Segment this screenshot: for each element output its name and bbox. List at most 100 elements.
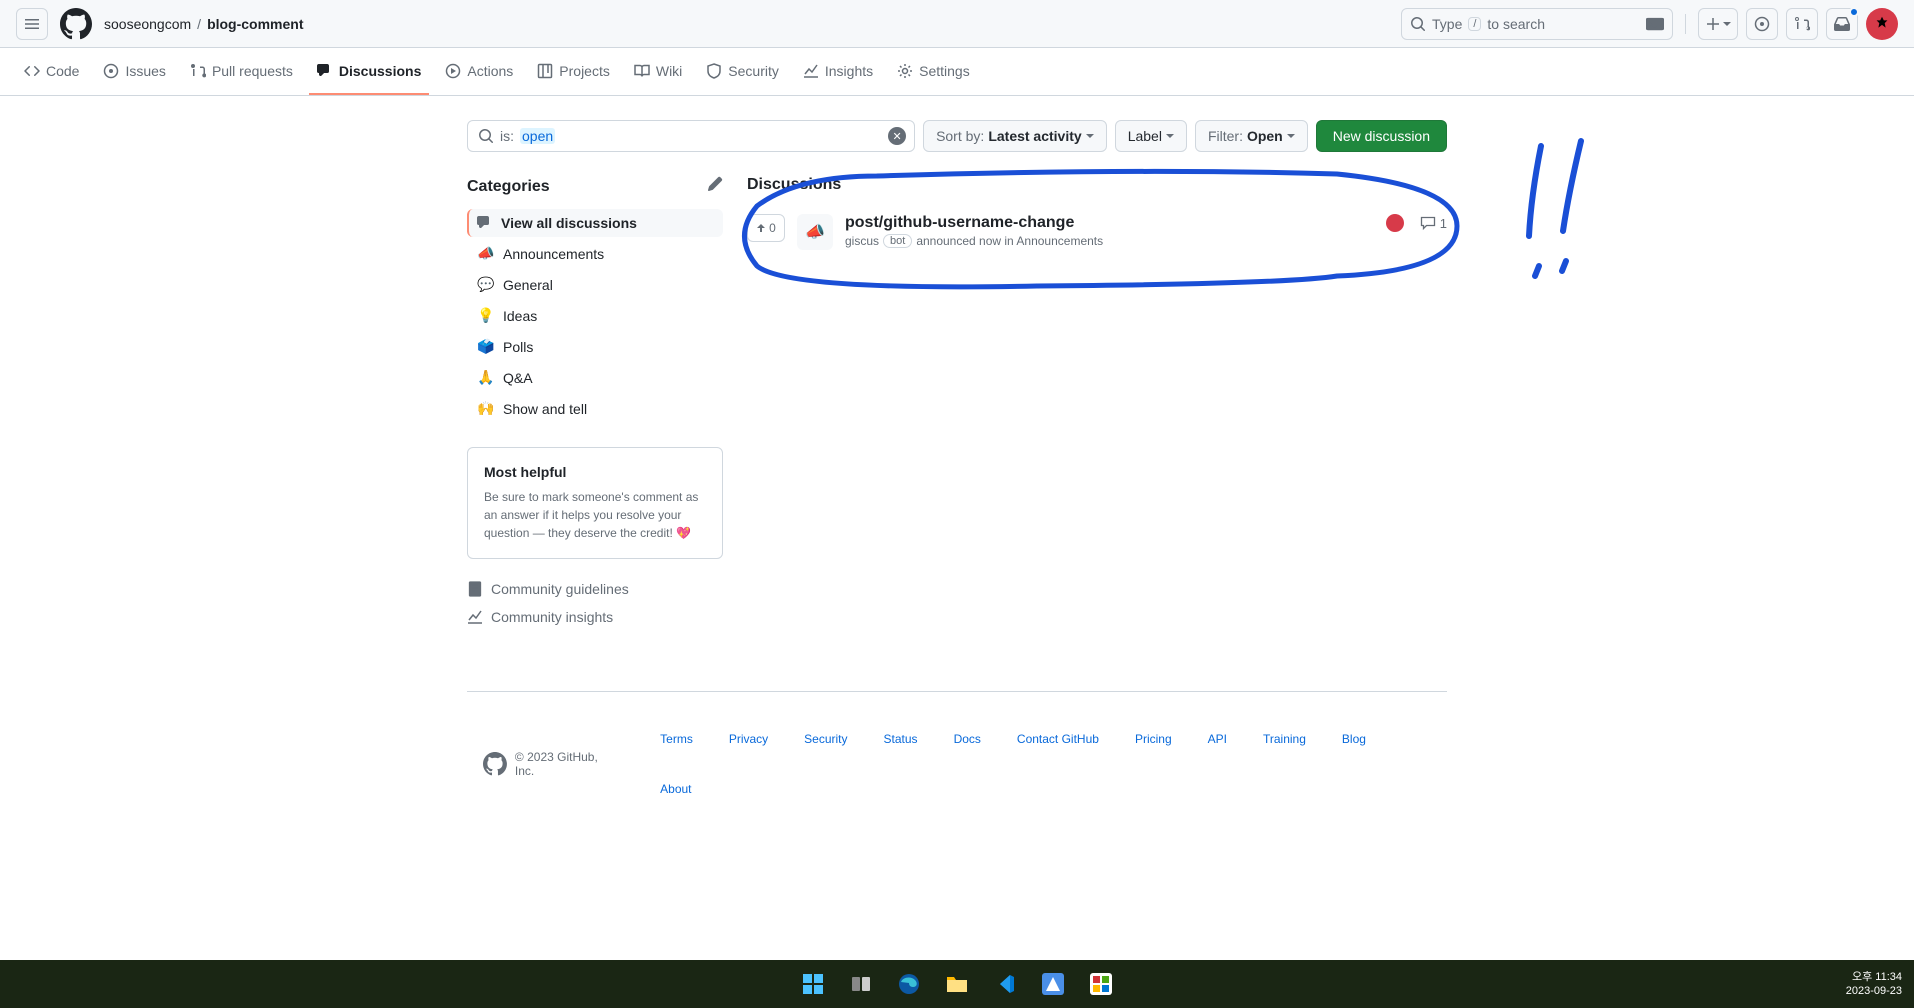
help-text: Be sure to mark someone's comment as an … — [484, 488, 706, 542]
breadcrumb-separator: / — [197, 16, 201, 32]
discussion-icon — [477, 215, 493, 231]
discussion-search[interactable]: is: open ✕ — [467, 120, 915, 152]
issues-tray-button[interactable] — [1746, 8, 1778, 40]
tab-code[interactable]: Code — [16, 49, 87, 95]
github-logo[interactable] — [60, 8, 92, 40]
community-insights-link[interactable]: Community insights — [467, 603, 723, 631]
community-guidelines-link[interactable]: Community guidelines — [467, 575, 723, 603]
tab-discussions[interactable]: Discussions — [309, 49, 429, 95]
edit-categories-button[interactable] — [707, 176, 723, 197]
tab-settings[interactable]: Settings — [889, 49, 978, 95]
footer-link-docs[interactable]: Docs — [954, 732, 981, 746]
annotation-exclaim — [1511, 136, 1611, 296]
clear-search-button[interactable]: ✕ — [888, 127, 906, 145]
search-placeholder-prefix: Type — [1432, 16, 1462, 32]
breadcrumb-repo[interactable]: blog-comment — [207, 16, 303, 32]
vscode-icon — [994, 973, 1016, 995]
discussion-title-link[interactable]: post/github-username-change — [845, 214, 1074, 231]
divider — [1685, 14, 1686, 34]
footer-link-contact[interactable]: Contact GitHub — [1017, 732, 1099, 746]
vscode-button[interactable] — [985, 964, 1025, 1004]
search-prefix: is: — [500, 128, 514, 144]
page-content: is: open ✕ Sort by: Latest activity Label… — [451, 96, 1463, 860]
taskbar-icons — [793, 964, 1121, 1004]
footer-link-privacy[interactable]: Privacy — [729, 732, 768, 746]
footer-link-training[interactable]: Training — [1263, 732, 1306, 746]
explorer-button[interactable] — [937, 964, 977, 1004]
play-icon — [445, 63, 461, 79]
category-all[interactable]: View all discussions — [467, 209, 723, 237]
megaphone-icon: 📣 — [477, 245, 495, 262]
hamburger-icon — [24, 16, 40, 32]
filter-bar: is: open ✕ Sort by: Latest activity Label… — [467, 120, 1447, 152]
category-qa[interactable]: 🙏Q&A — [467, 363, 723, 392]
user-avatar[interactable] — [1866, 8, 1898, 40]
category-badge: 📣 — [797, 214, 833, 250]
search-placeholder-suffix: to search — [1487, 16, 1545, 32]
tab-insights[interactable]: Insights — [795, 49, 881, 95]
footer-copyright: © 2023 GitHub, Inc. — [483, 750, 620, 778]
category-general[interactable]: 💬General — [467, 270, 723, 299]
footer-link-status[interactable]: Status — [884, 732, 918, 746]
tab-issues[interactable]: Issues — [95, 49, 173, 95]
tab-actions[interactable]: Actions — [437, 49, 521, 95]
footer-link-pricing[interactable]: Pricing — [1135, 732, 1172, 746]
app-button-2[interactable] — [1081, 964, 1121, 1004]
footer-links: Terms Privacy Security Status Docs Conta… — [660, 732, 1431, 796]
edge-button[interactable] — [889, 964, 929, 1004]
help-title: Most helpful — [484, 464, 706, 480]
code-icon — [24, 63, 40, 79]
menu-button[interactable] — [16, 8, 48, 40]
participant-avatar[interactable] — [1386, 214, 1404, 232]
arrow-up-icon — [756, 223, 766, 233]
footer-link-blog[interactable]: Blog — [1342, 732, 1366, 746]
git-pr-icon — [1794, 16, 1810, 32]
discussion-body: post/github-username-change giscus bot a… — [845, 214, 1374, 248]
heart-icon: 💖 — [676, 526, 691, 540]
footer-link-security[interactable]: Security — [804, 732, 847, 746]
search-icon — [478, 128, 494, 144]
footer-link-about[interactable]: About — [660, 782, 691, 796]
footer-link-terms[interactable]: Terms — [660, 732, 693, 746]
new-discussion-button[interactable]: New discussion — [1316, 120, 1447, 152]
github-mark-icon — [483, 752, 507, 776]
sort-dropdown[interactable]: Sort by: Latest activity — [923, 120, 1107, 152]
system-tray[interactable]: 오후 11:34 2023-09-23 — [1846, 970, 1902, 999]
shield-icon — [706, 63, 722, 79]
categories-heading: Categories — [467, 178, 550, 196]
pull-requests-tray-button[interactable] — [1786, 8, 1818, 40]
footer-link-api[interactable]: API — [1208, 732, 1227, 746]
raised-hands-icon: 🙌 — [477, 400, 495, 417]
app-button-1[interactable] — [1033, 964, 1073, 1004]
person-icon — [1873, 15, 1891, 33]
category-ideas[interactable]: 💡Ideas — [467, 301, 723, 330]
search-icon — [1410, 16, 1426, 32]
start-button[interactable] — [793, 964, 833, 1004]
tab-security[interactable]: Security — [698, 49, 787, 95]
category-show[interactable]: 🙌Show and tell — [467, 394, 723, 423]
tab-projects[interactable]: Projects — [529, 49, 618, 95]
add-menu-button[interactable] — [1698, 8, 1738, 40]
comment-icon — [1420, 215, 1436, 231]
upvote-button[interactable]: 0 — [747, 214, 785, 242]
comment-count-link[interactable]: 1 — [1420, 215, 1447, 231]
tab-wiki[interactable]: Wiki — [626, 49, 690, 95]
pencil-icon — [707, 176, 723, 192]
category-announcements[interactable]: 📣Announcements — [467, 239, 723, 268]
breadcrumb-owner[interactable]: sooseongcom — [104, 16, 191, 32]
global-search[interactable]: Type / to search — [1401, 8, 1673, 40]
task-view-button[interactable] — [841, 964, 881, 1004]
discussion-meta: giscus bot announced now in Announcement… — [845, 234, 1374, 248]
label-dropdown[interactable]: Label — [1115, 120, 1187, 152]
category-polls[interactable]: 🗳️Polls — [467, 332, 723, 361]
github-mark-icon — [60, 8, 92, 40]
notifications-button[interactable] — [1826, 8, 1858, 40]
tab-pull-requests[interactable]: Pull requests — [182, 49, 301, 95]
most-helpful-box: Most helpful Be sure to mark someone's c… — [467, 447, 723, 559]
insights-icon — [467, 609, 483, 625]
search-value: open — [520, 128, 555, 144]
global-header: sooseongcom / blog-comment Type / to sea… — [0, 0, 1914, 48]
filter-dropdown[interactable]: Filter: Open — [1195, 120, 1308, 152]
discussions-heading: Discussions — [747, 176, 1447, 194]
caret-down-icon — [1086, 134, 1094, 138]
